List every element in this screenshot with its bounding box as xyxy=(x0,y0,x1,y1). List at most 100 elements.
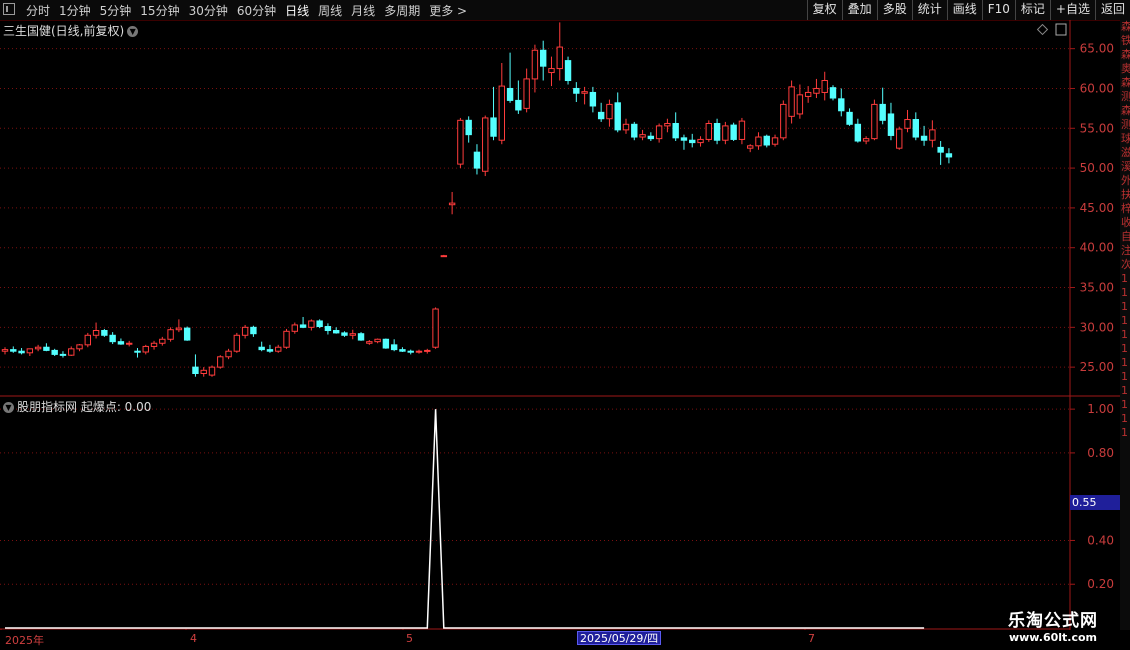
indicator-y-tick-label: 0.40 xyxy=(1087,533,1114,547)
candle-body-up xyxy=(531,49,539,80)
candle-body-up xyxy=(374,338,381,343)
candle-body-up xyxy=(896,128,903,149)
candle-body-up xyxy=(862,138,870,142)
candle-body-down xyxy=(672,123,679,139)
candle-body-down xyxy=(117,341,125,345)
candle-body-up xyxy=(283,330,290,348)
candle-body-up xyxy=(241,326,249,336)
tool-button-8[interactable]: 返回 xyxy=(1094,0,1130,20)
candle-body-up xyxy=(167,329,174,340)
candle-body-down xyxy=(763,135,770,146)
period-tab-0[interactable]: 分时 xyxy=(26,4,50,18)
candle-body-down xyxy=(854,123,862,142)
indicator-line xyxy=(5,409,925,629)
candle-body-down xyxy=(407,350,414,353)
tool-button-2[interactable]: 多股 xyxy=(876,0,912,20)
tool-buttons: 复权 叠加 多股 统计 画线 F10 标记 +自选 返回 xyxy=(806,0,1130,20)
stock-title: 三生国健(日线,前复权) ▼ xyxy=(3,22,139,39)
candle-body-down xyxy=(846,111,853,125)
y-tick-label: 25.00 xyxy=(1080,360,1114,374)
candle-body-up xyxy=(498,85,506,141)
tool-button-3[interactable]: 统计 xyxy=(911,0,947,20)
right-strip-char: 1 xyxy=(1121,384,1128,397)
candle-body-down xyxy=(689,139,696,144)
right-strip-char: 1 xyxy=(1121,412,1128,425)
watermark-line1: 乐淘公式网 xyxy=(1008,611,1098,631)
candle-body-down xyxy=(51,349,58,355)
tool-button-7[interactable]: +自选 xyxy=(1049,0,1095,20)
candle-body-up xyxy=(159,338,166,344)
period-tab-5[interactable]: 60分钟 xyxy=(237,4,276,18)
period-tab-4[interactable]: 30分钟 xyxy=(189,4,228,18)
tool-button-1[interactable]: 叠加 xyxy=(841,0,877,20)
y-tick-label: 65.00 xyxy=(1080,42,1114,56)
period-tab-2[interactable]: 5分钟 xyxy=(100,4,132,18)
candle-body-up xyxy=(929,129,936,141)
candle-body-down xyxy=(945,153,953,158)
candle-body-down xyxy=(390,344,398,351)
candle-body-up xyxy=(821,80,828,93)
tool-button-5[interactable]: F10 xyxy=(981,0,1015,20)
period-tab-6[interactable]: 日线 xyxy=(285,4,309,18)
right-strip-char: 森 xyxy=(1121,104,1130,117)
candle-body-up xyxy=(150,342,158,347)
right-strip-char: 森 xyxy=(1121,20,1130,33)
period-tab-8[interactable]: 月线 xyxy=(351,4,375,18)
right-strip-char: 扶 xyxy=(1121,188,1130,201)
right-strip-char: 次 xyxy=(1121,258,1130,271)
candle-body-up xyxy=(200,369,207,375)
menu-icon[interactable] xyxy=(3,3,15,15)
period-tab-3[interactable]: 15分钟 xyxy=(140,4,179,18)
candle-body-down xyxy=(573,87,580,94)
candle-body-up xyxy=(432,308,439,348)
right-strip-char: 奥 xyxy=(1121,62,1130,75)
candle-body-down xyxy=(887,113,895,136)
candle-body-down xyxy=(680,137,688,141)
right-strip-char: 注 xyxy=(1121,244,1130,257)
watermark-line2: www.60lt.com xyxy=(1008,631,1098,644)
candle-body-up xyxy=(556,46,563,70)
candle-body-up xyxy=(424,349,431,352)
candle-body-up xyxy=(84,334,91,346)
right-strip-char: 1 xyxy=(1121,286,1128,299)
x-label-may: 5 xyxy=(406,632,413,645)
candle-body-down xyxy=(101,330,108,336)
candle-body-up xyxy=(225,350,232,358)
candle-body-up xyxy=(697,138,704,144)
candle-body-up xyxy=(217,356,224,368)
candle-body-up xyxy=(275,346,282,352)
right-strip-char: 外 xyxy=(1121,174,1130,187)
candle-body-up xyxy=(415,350,423,353)
candle-body-down xyxy=(341,332,348,336)
candle-body-up xyxy=(788,86,795,117)
candle-body-down xyxy=(333,330,340,334)
candle-body-down xyxy=(490,117,497,137)
chevron-down-icon[interactable]: ▼ xyxy=(127,26,139,37)
candle-body-up xyxy=(606,103,613,120)
x-label-apr: 4 xyxy=(190,632,197,645)
candle-body-up xyxy=(448,202,456,206)
candle-body-down xyxy=(473,151,481,169)
period-tab-1[interactable]: 1分钟 xyxy=(59,4,91,18)
right-strip-char: 1 xyxy=(1121,272,1128,285)
period-tab-9[interactable]: 多周期 xyxy=(384,4,420,18)
candle-body-up xyxy=(639,134,646,138)
candle-body-down xyxy=(540,49,547,67)
candle-body-down xyxy=(829,87,837,99)
chevron-down-icon[interactable]: ▼ xyxy=(3,402,14,413)
right-strip-char: 1 xyxy=(1121,342,1128,355)
period-tab-7[interactable]: 周线 xyxy=(318,4,342,18)
candle-body-up xyxy=(747,145,754,149)
candle-body-down xyxy=(299,324,307,328)
candle-body-up xyxy=(1,349,9,352)
right-strip-char: 测 xyxy=(1121,90,1130,103)
period-tab-10[interactable]: 更多 > xyxy=(429,4,467,18)
tool-button-6[interactable]: 标记 xyxy=(1014,0,1050,20)
candle-body-up xyxy=(904,119,911,129)
chart-area[interactable]: 65.00 60.00 55.00 50.00 45.00 40.00 35.00 30.00… xyxy=(0,20,1130,630)
candle-body-down xyxy=(10,349,17,352)
candle-body-down xyxy=(324,326,332,332)
period-tabs: 分时 1分钟 5分钟 15分钟 30分钟 60分钟 日线 周线 月线 多周期 更多 > xyxy=(26,2,476,19)
tool-button-0[interactable]: 复权 xyxy=(806,0,842,20)
tool-button-4[interactable]: 画线 xyxy=(946,0,982,20)
